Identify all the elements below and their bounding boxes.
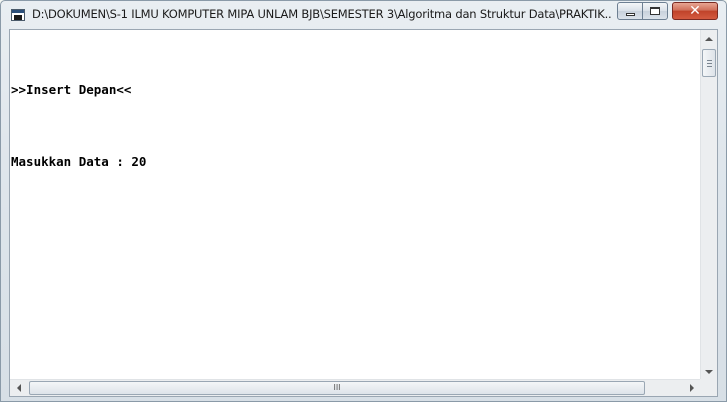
minimize-button[interactable] [617, 2, 643, 20]
grip-icon: III [333, 383, 341, 392]
minimize-icon [625, 12, 635, 16]
horizontal-scroll-thumb[interactable]: III [29, 381, 645, 395]
vertical-scrollbar[interactable] [700, 30, 717, 380]
console-line-heading: >>Insert Depan<< [11, 82, 132, 97]
arrow-left-icon [16, 384, 21, 392]
grip-line-icon [707, 63, 712, 64]
scroll-down-button[interactable] [701, 363, 717, 380]
arrow-right-icon [689, 384, 694, 392]
close-icon: ✕ [689, 3, 701, 19]
arrow-up-icon [705, 36, 713, 41]
horizontal-scrollbar[interactable]: III [10, 379, 700, 396]
arrow-down-icon [705, 369, 713, 374]
scroll-up-button[interactable] [701, 30, 717, 47]
scroll-left-button[interactable] [10, 380, 27, 396]
console-output-area[interactable]: >>Insert Depan<< Masukkan Data : 20 III [9, 29, 718, 397]
window-title: D:\DOKUMEN\S-1 ILMU KOMPUTER MIPA UNLAM … [32, 7, 612, 21]
maximize-icon [650, 7, 660, 15]
close-button[interactable]: ✕ [672, 2, 718, 20]
grip-line-icon [707, 60, 712, 61]
maximize-button[interactable] [642, 2, 668, 20]
console-window: D:\DOKUMEN\S-1 ILMU KOMPUTER MIPA UNLAM … [0, 0, 727, 402]
console-line-prompt: Masukkan Data : 20 [11, 154, 147, 169]
console-text: >>Insert Depan<< Masukkan Data : 20 [11, 30, 701, 380]
console-app-icon[interactable] [11, 9, 25, 21]
scroll-right-button[interactable] [683, 380, 700, 396]
vertical-scroll-thumb[interactable] [702, 49, 716, 77]
scrollbar-corner [700, 379, 717, 396]
grip-line-icon [707, 66, 712, 67]
title-bar[interactable]: D:\DOKUMEN\S-1 ILMU KOMPUTER MIPA UNLAM … [1, 1, 726, 29]
